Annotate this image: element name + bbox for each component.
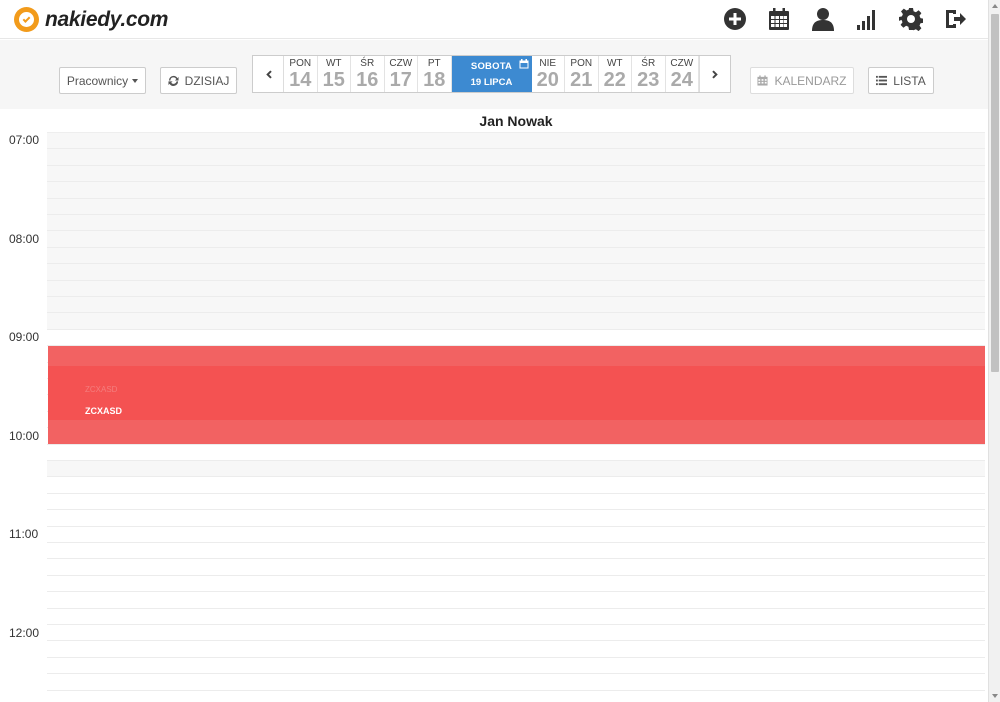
scroll-up-arrow[interactable]: [992, 4, 998, 8]
caret-down-icon: [132, 78, 139, 83]
day-cell[interactable]: NIE 20: [532, 56, 565, 92]
list-icon: [876, 75, 888, 86]
next-week-button[interactable]: [699, 56, 730, 92]
time-slot[interactable]: [47, 527, 985, 543]
appointment-ghost-title: ZCXASD: [85, 385, 118, 394]
logo-text: nakiedy.com: [45, 7, 169, 31]
time-slot[interactable]: [47, 215, 985, 232]
logout-icon[interactable]: [942, 6, 968, 32]
calendar-toolbar: Pracownicy DZISIAJ PON 14 WT 15 ŚR 16 CZW 17…: [0, 40, 988, 109]
time-slot[interactable]: [47, 280, 985, 297]
time-slot[interactable]: [47, 182, 985, 199]
appointment-block[interactable]: ZCXASD ZCXASD: [48, 346, 985, 444]
hour-label: 08:00: [9, 232, 40, 246]
time-slot[interactable]: [47, 133, 985, 150]
time-slot[interactable]: [47, 494, 985, 511]
time-slot[interactable]: [47, 461, 985, 478]
time-slot[interactable]: [47, 477, 985, 494]
time-slot[interactable]: [47, 674, 985, 691]
chevron-left-icon: [265, 69, 272, 79]
today-button[interactable]: DZISIAJ: [160, 67, 237, 94]
hour-label: 07:00: [9, 133, 40, 147]
day-cell[interactable]: CZW 17: [385, 56, 418, 92]
day-cell[interactable]: WT 22: [599, 56, 632, 92]
time-slot[interactable]: [47, 576, 985, 593]
workers-label: Pracownicy: [66, 73, 129, 88]
day-cell[interactable]: ŚR 23: [632, 56, 666, 92]
time-slot[interactable]: [47, 231, 985, 248]
time-slot[interactable]: [47, 691, 985, 702]
person-column-header: Jan Nowak: [47, 109, 985, 133]
list-view-button[interactable]: LISTA: [868, 67, 934, 94]
logo[interactable]: nakiedy.com: [14, 7, 168, 32]
chevron-right-icon: [711, 69, 718, 79]
time-slot[interactable]: [47, 247, 985, 265]
time-slot[interactable]: [47, 658, 985, 675]
appointment-title: ZCXASD: [85, 406, 123, 416]
workers-dropdown[interactable]: Pracownicy: [59, 67, 146, 94]
date-strip: PON 14 WT 15 ŚR 16 CZW 17 PT 18 SOBOTA 19 LIP…: [252, 55, 731, 93]
time-slot[interactable]: [47, 330, 985, 347]
calendar-small-icon: [519, 59, 528, 69]
day-cell[interactable]: PON 21: [565, 56, 599, 92]
hour-label: 11:00: [9, 527, 39, 541]
hour-label: 12:00: [9, 626, 40, 640]
today-label: DZISIAJ: [184, 73, 230, 88]
scroll-down-arrow[interactable]: [992, 694, 998, 698]
time-slot[interactable]: [47, 559, 985, 576]
list-view-label: LISTA: [893, 73, 926, 88]
day-cell[interactable]: CZW 24: [666, 56, 699, 92]
time-slot[interactable]: [47, 313, 985, 330]
plus-circle-icon[interactable]: [722, 6, 748, 32]
scroll-thumb[interactable]: [991, 14, 999, 372]
calendar-icon[interactable]: [766, 6, 792, 32]
time-slot[interactable]: [47, 641, 985, 658]
time-slot[interactable]: [47, 445, 985, 461]
signal-bars-icon[interactable]: [854, 6, 880, 32]
time-slot[interactable]: [47, 149, 985, 166]
day-cell[interactable]: ŚR 16: [351, 56, 385, 92]
hour-label: 09:00: [9, 330, 40, 344]
time-slot[interactable]: [47, 609, 985, 625]
logo-clock-icon: [14, 7, 39, 32]
time-slot[interactable]: [47, 198, 985, 215]
time-slot[interactable]: [47, 264, 985, 281]
time-slot[interactable]: [47, 510, 985, 527]
time-slot[interactable]: [47, 592, 985, 609]
calendar-view-icon: [757, 75, 769, 86]
user-icon[interactable]: [810, 6, 836, 32]
time-axis: 07:00 08:00 09:00 10:00 11:00 12:00: [0, 109, 47, 702]
time-slot[interactable]: [47, 165, 985, 183]
calendar-view-button[interactable]: KALENDARZ: [750, 67, 854, 94]
day-cell[interactable]: PT 18: [418, 56, 452, 92]
refresh-icon: [168, 75, 179, 86]
gear-icon[interactable]: [898, 6, 924, 32]
time-slot[interactable]: [47, 543, 985, 560]
appointment-inner: [48, 366, 985, 420]
time-slot[interactable]: [47, 297, 985, 314]
time-slot[interactable]: [47, 625, 985, 642]
active-day-date: 19 LIPCA: [470, 77, 513, 88]
hour-label: 10:00: [9, 429, 40, 443]
prev-week-button[interactable]: [253, 56, 284, 92]
day-cell[interactable]: PON 14: [284, 56, 318, 92]
calendar-view-label: KALENDARZ: [774, 73, 847, 88]
page-scrollbar[interactable]: [988, 0, 1000, 702]
top-navbar: nakiedy.com: [0, 0, 988, 39]
active-day-cell[interactable]: SOBOTA 19 LIPCA: [451, 56, 532, 92]
day-cell[interactable]: WT 15: [318, 56, 351, 92]
